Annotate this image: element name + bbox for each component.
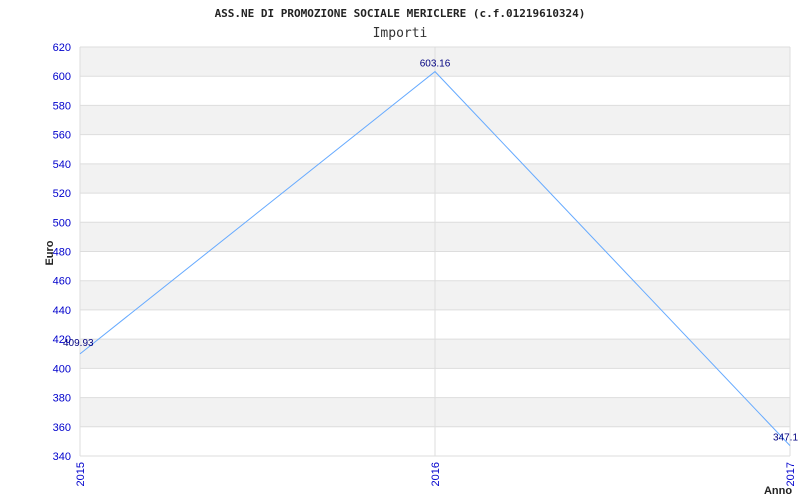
data-label: 409.93 <box>63 338 94 349</box>
y-tick-label: 340 <box>53 451 71 463</box>
x-axis-ticks: 2015 2016 2017 <box>75 462 797 486</box>
y-tick-label: 600 <box>53 71 71 83</box>
y-tick-label: 500 <box>53 217 71 229</box>
y-axis-label: Euro <box>44 240 56 265</box>
chart-subtitle: Importi <box>373 26 428 41</box>
y-tick-label: 620 <box>53 42 71 54</box>
x-tick-label: 2017 <box>785 462 797 486</box>
y-tick-label: 580 <box>53 100 71 112</box>
line-chart: 3403603804004204404604805005205405605806… <box>44 7 798 497</box>
y-tick-label: 520 <box>53 188 71 200</box>
data-label: 603.16 <box>420 59 451 70</box>
x-tick-label: 2015 <box>75 462 87 486</box>
x-axis-label: Anno <box>764 485 792 497</box>
y-tick-label: 560 <box>53 130 71 142</box>
y-tick-label: 440 <box>53 305 71 317</box>
chart-title: ASS.NE DI PROMOZIONE SOCIALE MERICLERE (… <box>215 7 586 20</box>
y-tick-label: 460 <box>53 276 71 288</box>
y-tick-label: 540 <box>53 159 71 171</box>
x-tick-label: 2016 <box>430 462 442 486</box>
y-tick-label: 380 <box>53 393 71 405</box>
data-label: 347.1 <box>773 433 798 444</box>
y-tick-label: 400 <box>53 363 71 375</box>
y-tick-label: 360 <box>53 422 71 434</box>
